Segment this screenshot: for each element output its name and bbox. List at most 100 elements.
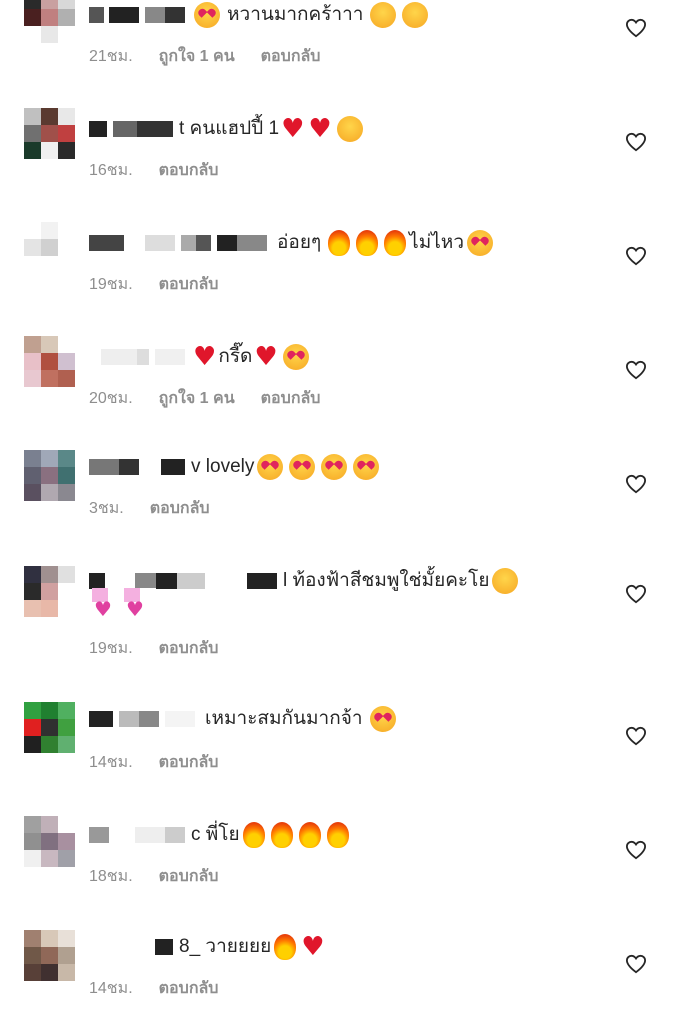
avatar[interactable] (24, 450, 75, 501)
username-redacted (145, 235, 175, 251)
avatar[interactable] (24, 222, 75, 273)
fire-emoji (274, 934, 297, 960)
username-redacted[interactable] (89, 121, 107, 137)
comment-time: 14ชม. (89, 754, 133, 771)
reply-button[interactable]: ตอบกลับ (159, 976, 219, 1001)
fire-emoji (326, 822, 349, 848)
fire-emoji (328, 230, 351, 256)
red-heart-emoji: ♥ (308, 114, 332, 144)
fire-emoji (356, 230, 379, 256)
comment-text: c พี่โย (191, 824, 240, 845)
red-heart-emoji: ♥ (301, 932, 325, 962)
comment-time: 21ชม. (89, 48, 133, 65)
username-redacted (211, 573, 241, 589)
username-redacted[interactable] (89, 573, 129, 589)
comment-text: l ท้องฟ้าสีชมพูใช่มั้ยคะโย (283, 570, 490, 591)
avatar[interactable] (24, 930, 75, 981)
username-redacted[interactable] (89, 939, 149, 955)
heart-outline-icon[interactable] (625, 840, 647, 860)
red-heart-emoji: ♥ (281, 114, 305, 144)
reply-button[interactable]: ตอบกลับ (150, 496, 210, 521)
username-redacted (181, 235, 211, 251)
username-redacted (135, 573, 205, 589)
heart-eyes-emoji (467, 230, 494, 256)
username-redacted (155, 349, 185, 365)
heart-outline-icon[interactable] (625, 474, 647, 494)
heart-outline-icon[interactable] (625, 726, 647, 746)
red-heart-emoji: ♥ (193, 342, 217, 372)
heart-outline-icon[interactable] (625, 132, 647, 152)
comment-time: 16ชม. (89, 162, 133, 179)
comment-meta: 18ชม. ตอบกลับ (89, 864, 218, 889)
reply-button[interactable]: ตอบกลับ (159, 272, 219, 297)
reply-button[interactable]: ตอบกลับ (261, 386, 321, 411)
heart-outline-icon[interactable] (625, 584, 647, 604)
comment-text-line: เหมาะสมกันมากจ้า (89, 706, 603, 732)
username-redacted (165, 711, 195, 727)
likes-count[interactable]: ถูกใจ 1 คน (159, 386, 235, 411)
heart-outline-icon[interactable] (625, 246, 647, 266)
comment-meta: 20ชม. ถูกใจ 1 คน ตอบกลับ (89, 386, 320, 411)
comment-time: 19ชม. (89, 640, 133, 657)
comment-text-line: c พี่โย (89, 822, 603, 848)
username-redacted (247, 573, 277, 589)
username-redacted (145, 459, 185, 475)
username-redacted (217, 235, 267, 251)
comment-time: 3ชม. (89, 500, 124, 517)
comment-meta: 19ชม. ตอบกลับ (89, 636, 218, 661)
username-redacted (155, 939, 173, 955)
username-redacted[interactable] (89, 235, 139, 251)
comment-meta: 21ชม. ถูกใจ 1 คน ตอบกลับ (89, 44, 320, 69)
comment-time: 19ชม. (89, 276, 133, 293)
reply-button[interactable]: ตอบกลับ (261, 44, 321, 69)
comment-text-line: ♥ กรี๊ด ♥ (89, 344, 603, 370)
reply-button[interactable]: ตอบกลับ (159, 864, 219, 889)
avatar[interactable] (24, 336, 75, 387)
username-redacted (119, 711, 159, 727)
comment-text: กรี๊ด (218, 346, 253, 367)
comment-text-line: t คนแฮปปี้ 1 ♥ ♥ (89, 116, 603, 142)
reply-button[interactable]: ตอบกลับ (159, 158, 219, 183)
avatar[interactable] (24, 108, 75, 159)
red-heart-emoji: ♥ (254, 342, 278, 372)
heart-eyes-emoji (289, 454, 316, 480)
comment-text-line: l ท้องฟ้าสีชมพูใช่มั้ยคะโย (89, 568, 603, 594)
avatar[interactable] (24, 702, 75, 753)
winking-emoji (492, 568, 519, 594)
username-redacted[interactable] (89, 459, 139, 475)
heart-eyes-emoji (353, 454, 380, 480)
comment-time: 20ชม. (89, 390, 133, 407)
heart-outline-icon[interactable] (625, 954, 647, 974)
username-redacted[interactable] (89, 827, 129, 843)
heart-eyes-emoji (194, 2, 220, 28)
avatar[interactable] (24, 566, 75, 617)
comment-meta: 14ชม. ตอบกลับ (89, 750, 218, 775)
reply-button[interactable]: ตอบกลับ (159, 636, 219, 661)
heart-eyes-emoji (282, 344, 309, 370)
fire-emoji (298, 822, 321, 848)
comment-text-end: ไม่ไหว (409, 232, 465, 253)
fire-emoji (242, 822, 265, 848)
heart-eyes-emoji (369, 706, 396, 732)
heart-outline-icon[interactable] (625, 360, 647, 380)
comment-text: t คนแฮปปี้ 1 (179, 118, 280, 139)
reply-button[interactable]: ตอบกลับ (159, 750, 219, 775)
username-redacted[interactable] (89, 711, 113, 727)
comment-text-line: 8_ วายยยย ♥ (89, 934, 603, 960)
avatar[interactable] (24, 816, 75, 867)
comment-text: อ่อยๆ (277, 232, 322, 253)
avatar[interactable] (24, 0, 75, 43)
sparkle-heart-emojis: ♥ ♥ (92, 588, 156, 621)
username-redacted[interactable] (89, 349, 149, 365)
username-redacted (113, 121, 173, 137)
comment-text: เหมาะสมกันมากจ้า (205, 708, 363, 729)
heart-outline-icon[interactable] (625, 18, 647, 38)
fire-emoji (270, 822, 293, 848)
username-redacted[interactable] (89, 7, 139, 23)
smiling-emoji (402, 2, 429, 28)
comment-meta: 3ชม. ตอบกลับ (89, 496, 210, 521)
comment-text: v lovely (191, 456, 255, 477)
comment-meta: 19ชม. ตอบกลับ (89, 272, 218, 297)
fire-emoji (384, 230, 407, 256)
likes-count[interactable]: ถูกใจ 1 คน (159, 44, 235, 69)
